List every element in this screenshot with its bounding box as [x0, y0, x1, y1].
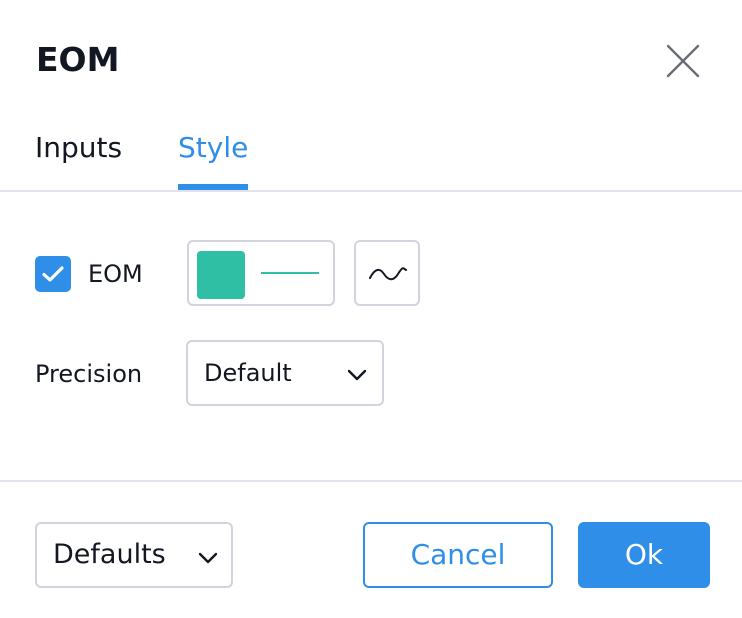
defaults-label: Defaults	[53, 539, 166, 570]
eom-visibility-checkbox[interactable]	[35, 256, 71, 292]
tab-style[interactable]: Style	[178, 128, 248, 168]
precision-value: Default	[204, 359, 292, 387]
plot-type-button[interactable]	[354, 240, 420, 306]
checkmark-icon	[42, 266, 64, 282]
color-swatch	[197, 251, 245, 299]
tab-bar: Inputs Style	[0, 118, 742, 192]
cancel-button[interactable]: Cancel	[363, 522, 553, 588]
eom-plot-label: EOM	[88, 260, 143, 288]
wave-line-icon	[369, 267, 407, 281]
chevron-down-icon	[347, 369, 367, 381]
close-button[interactable]	[660, 38, 706, 84]
eom-settings-dialog: EOM Inputs Style EOM Precision Default D	[0, 0, 742, 618]
footer-divider	[0, 480, 742, 482]
line-style-preview	[261, 272, 319, 274]
dialog-title: EOM	[36, 40, 120, 79]
active-tab-indicator	[178, 184, 248, 190]
tab-inputs[interactable]: Inputs	[35, 128, 122, 168]
ok-button[interactable]: Ok	[578, 522, 710, 588]
precision-select[interactable]: Default	[186, 340, 384, 406]
eom-color-picker-button[interactable]	[187, 240, 335, 306]
defaults-select[interactable]: Defaults	[35, 522, 233, 588]
close-icon	[666, 44, 700, 78]
precision-label: Precision	[35, 360, 143, 388]
chevron-down-icon	[198, 552, 218, 564]
